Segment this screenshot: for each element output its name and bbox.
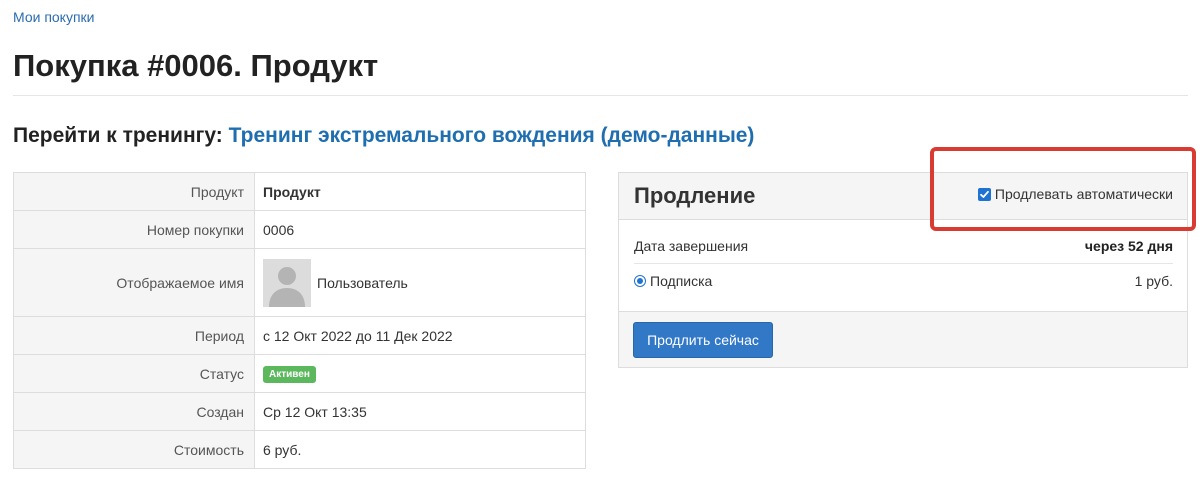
table-row: Статус Активен: [13, 354, 586, 393]
renewal-panel-header: Продление Продлевать автоматически: [619, 173, 1187, 220]
page-title: Покупка #0006. Продукт: [13, 48, 379, 83]
subscription-plan-option[interactable]: Подписка: [634, 273, 712, 289]
auto-renew-label: Продлевать автоматически: [994, 186, 1173, 202]
status-label: Статус: [13, 354, 255, 393]
renew-now-button[interactable]: Продлить сейчас: [633, 322, 773, 358]
subscription-plan-label: Подписка: [650, 273, 713, 289]
checkbox-checked-icon[interactable]: [977, 187, 991, 201]
display-name-value: Пользователь: [317, 274, 408, 291]
subscription-plan-price: 1 руб.: [1134, 273, 1173, 289]
table-row: Номер покупки 0006: [13, 210, 586, 249]
cost-label: Стоимость: [13, 430, 255, 469]
table-row: Стоимость 6 руб.: [13, 430, 586, 469]
created-value: Ср 12 Окт 13:35: [254, 392, 586, 431]
avatar: [263, 258, 311, 307]
purchase-number-value: 0006: [254, 210, 586, 249]
end-date-row: Дата завершения через 52 дня: [634, 233, 1173, 264]
table-row: Отображаемое имя Пользователь: [13, 248, 586, 317]
end-date-label: Дата завершения: [634, 238, 749, 254]
purchase-number-label: Номер покупки: [13, 210, 255, 249]
subscription-plan-row: Подписка 1 руб.: [634, 271, 1173, 293]
training-heading: Перейти к тренингу: Тренинг экстремально…: [13, 124, 754, 148]
title-divider: [13, 95, 1188, 96]
table-row: Создан Ср 12 Окт 13:35: [13, 392, 586, 431]
created-label: Создан: [13, 392, 255, 431]
period-value: с 12 Окт 2022 до 11 Дек 2022: [254, 316, 586, 355]
auto-renew-toggle[interactable]: Продлевать автоматически: [977, 186, 1173, 202]
user-silhouette-icon: [269, 266, 305, 307]
purchase-details-table: Продукт Продукт Номер покупки 0006 Отобр…: [13, 172, 586, 469]
radio-selected-icon[interactable]: [634, 275, 646, 287]
display-name-cell: Пользователь: [254, 248, 586, 317]
product-value: Продукт: [254, 172, 586, 211]
status-cell: Активен: [254, 354, 586, 393]
table-row: Продукт Продукт: [13, 172, 586, 211]
display-name-label: Отображаемое имя: [13, 248, 255, 317]
training-prefix: Перейти к тренингу:: [13, 124, 223, 147]
end-date-value: через 52 дня: [1084, 238, 1173, 254]
breadcrumb-my-purchases[interactable]: Мои покупки: [13, 9, 95, 25]
cost-value: 6 руб.: [254, 430, 586, 469]
table-row: Период с 12 Окт 2022 до 11 Дек 2022: [13, 316, 586, 355]
renewal-title: Продление: [634, 183, 756, 208]
status-badge: Активен: [263, 366, 316, 383]
period-label: Период: [13, 316, 255, 355]
product-label: Продукт: [13, 172, 255, 211]
renewal-panel-footer: Продлить сейчас: [619, 311, 1187, 367]
training-link[interactable]: Тренинг экстремального вождения (демо-да…: [229, 124, 755, 147]
renewal-panel: Продление Продлевать автоматически Дата …: [618, 172, 1188, 368]
